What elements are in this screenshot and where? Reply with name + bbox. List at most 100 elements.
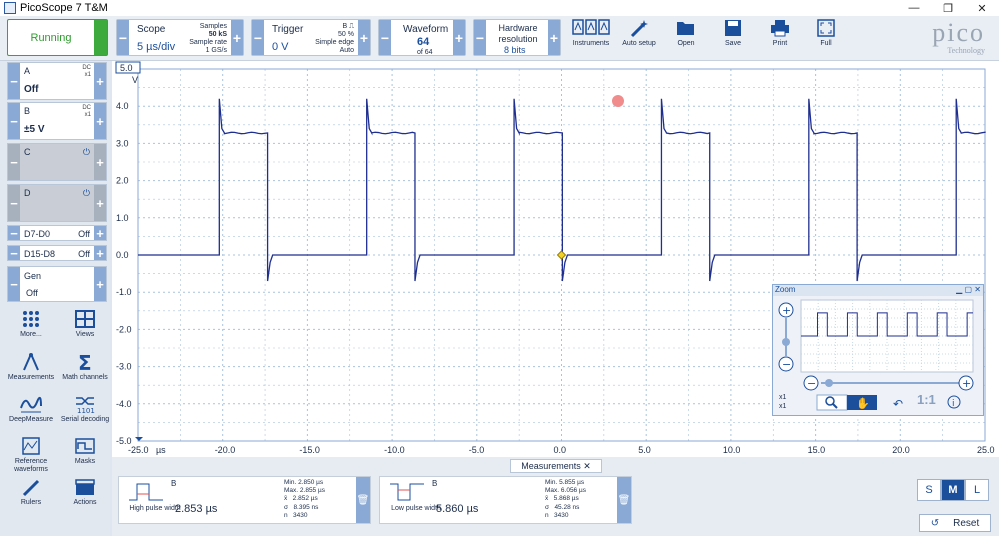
timebase-value[interactable]: 5 µs/div [137, 41, 175, 53]
measurements-tab[interactable]: Measurements ✕ [510, 459, 602, 473]
zoom-graph[interactable]: + − − + ✋ ↶ i [773, 296, 985, 416]
x-tick-label: 5.0 [638, 445, 651, 455]
waveform-prev-button[interactable]: − [379, 20, 391, 55]
digital-d7-d0-plus[interactable]: + [94, 226, 106, 241]
actions-button[interactable]: Actions [60, 477, 110, 507]
trigger-plus-button[interactable]: + [358, 20, 370, 55]
channel-d-plus[interactable]: + [94, 185, 106, 221]
reset-label: Reset [953, 517, 980, 529]
auto-setup-button[interactable]: Auto setup [614, 18, 664, 58]
stat-min: 5.855 µs [559, 479, 585, 486]
time-ruler-handle [135, 437, 143, 441]
generator-minus[interactable]: − [8, 267, 20, 301]
resolution-minus-button[interactable]: − [474, 20, 486, 55]
serial-decoding-button[interactable]: 1101 Serial decoding [60, 394, 110, 424]
svg-text:+: + [962, 377, 971, 390]
channel-b-control[interactable]: − B DC x1 ±5 V + [7, 102, 107, 140]
measurement-channel: B [171, 479, 177, 488]
measurement-card-high-pulse[interactable]: B High pulse width 2.853 µs Min. 2.850 µ… [118, 476, 371, 524]
resolution-plus-button[interactable]: + [548, 20, 560, 55]
deepmeasure-button[interactable]: DeepMeasure [6, 394, 56, 424]
channel-a-minus[interactable]: − [8, 63, 20, 99]
trash-icon[interactable]: 🗑 [617, 477, 631, 523]
digital-d7-d0-control[interactable]: − D7-D0 Off + [7, 225, 107, 241]
serial-decoding-label: Serial decoding [60, 416, 110, 423]
window-title: PicoScope 7 T&M [20, 2, 108, 14]
waveform-next-button[interactable]: + [453, 20, 465, 55]
measurement-value: 5.860 µs [436, 503, 479, 515]
close-icon[interactable]: ✕ [583, 461, 591, 471]
channel-c-control[interactable]: − C ⏻ + [7, 143, 107, 181]
high-pulse-icon [129, 483, 163, 501]
digital-d15-d8-plus[interactable]: + [94, 246, 106, 261]
zoom-factor[interactable]: 1:1 [917, 392, 936, 407]
math-channels-button[interactable]: Σ Math channels [60, 352, 110, 382]
channel-a-probe: x1 [84, 72, 91, 78]
maximize-button[interactable]: ❐ [931, 0, 965, 16]
printer-icon [771, 20, 789, 37]
channel-b-name: B [24, 106, 31, 116]
measurement-card-low-pulse[interactable]: B Low pulse width 5.860 µs Min. 5.855 µs… [379, 476, 632, 524]
stat-label-max: Max. [545, 487, 560, 495]
digital-d15-d8-minus[interactable]: − [8, 246, 20, 261]
digital-d7-d0-minus[interactable]: − [8, 226, 20, 241]
channel-d-control[interactable]: − D ⏻ + [7, 184, 107, 222]
channel-c-minus[interactable]: − [8, 144, 20, 180]
zoom-horizontal-slider-handle [825, 379, 833, 387]
timebase-plus-button[interactable]: + [231, 20, 243, 55]
more-button[interactable]: More... [6, 309, 56, 339]
channel-d-minus[interactable]: − [8, 185, 20, 221]
measurements-button[interactable]: Measurements [6, 352, 56, 382]
size-l-button[interactable]: L [965, 479, 989, 501]
trigger-level[interactable]: 0 V [272, 41, 289, 53]
zoom-window[interactable]: Zoom ▁ ▢ ✕ + − − + ✋ ↶ i 1:1 x1 x1 [772, 284, 984, 416]
size-m-button[interactable]: M [941, 479, 965, 501]
trigger-control: − Trigger 0 V B ⎍ 50 % Simple edge Auto … [251, 19, 371, 56]
size-s-button[interactable]: S [917, 479, 941, 501]
save-button[interactable]: Save [708, 18, 758, 58]
print-button[interactable]: Print [755, 18, 805, 58]
scope-control: − Scope 5 µs/div Samples 50 kS Sample ra… [116, 19, 244, 56]
waveform-control: − Waveform 64 of 64 + [378, 19, 466, 56]
close-button[interactable]: ✕ [965, 0, 999, 16]
masks-button[interactable]: Masks [60, 436, 110, 466]
power-icon[interactable]: ⏻ [83, 147, 90, 158]
channel-b-minus[interactable]: − [8, 103, 20, 139]
trigger-type: Simple edge [315, 39, 354, 46]
trash-icon[interactable]: 🗑 [356, 477, 370, 523]
save-label: Save [725, 40, 741, 47]
stat-label-max: Max. [284, 487, 299, 495]
zoom-vertical-slider-handle [782, 338, 790, 346]
run-indicator [94, 20, 107, 55]
trigger-minus-button[interactable]: − [252, 20, 264, 55]
digital-d15-d8-control[interactable]: − D15-D8 Off + [7, 245, 107, 261]
channel-a-plus[interactable]: + [94, 63, 106, 99]
samples-value: 50 kS [208, 31, 227, 38]
open-label: Open [677, 40, 695, 47]
open-button[interactable]: Open [661, 18, 711, 58]
measurements-label: Measurements [7, 374, 55, 381]
reset-button[interactable]: ↺ Reset [919, 514, 991, 532]
minimize-button[interactable]: — [897, 0, 931, 16]
app-icon [4, 2, 16, 14]
timebase-minus-button[interactable]: − [117, 20, 129, 55]
power-icon[interactable]: ⏻ [83, 188, 90, 199]
run-stop-button[interactable]: Running [7, 19, 108, 56]
digital-d15-d8-state: Off [78, 249, 90, 259]
low-pulse-icon [390, 483, 424, 501]
rulers-button[interactable]: Rulers [6, 477, 56, 507]
stat-mean: 5.868 µs [553, 495, 579, 503]
generator-control[interactable]: − Gen Off + [7, 266, 107, 302]
channel-b-plus[interactable]: + [94, 103, 106, 139]
channel-c-plus[interactable]: + [94, 144, 106, 180]
fullscreen-button[interactable]: Full [801, 18, 851, 58]
generator-plus[interactable]: + [94, 267, 106, 301]
run-status: Running [30, 31, 72, 44]
zoom-window-buttons[interactable]: ▁ ▢ ✕ [956, 285, 981, 294]
grid-dots-icon [23, 311, 39, 327]
zoom-title: Zoom [775, 285, 796, 294]
channel-a-control[interactable]: − A DC x1 Off + [7, 62, 107, 100]
reference-waveforms-button[interactable]: Reference waveforms [6, 436, 56, 474]
views-button[interactable]: Views [60, 309, 110, 339]
instruments-button[interactable]: Instruments [566, 18, 616, 58]
